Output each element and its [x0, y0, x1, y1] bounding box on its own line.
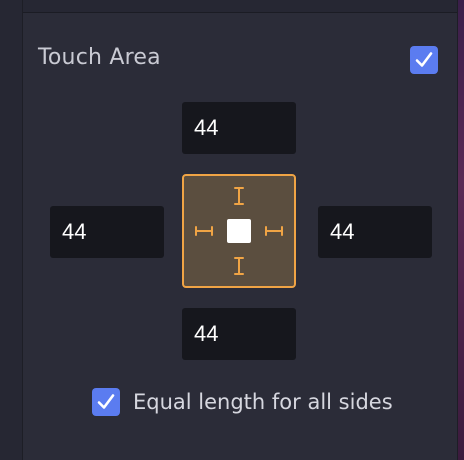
canvas-edge: [458, 0, 464, 460]
checkmark-icon: [97, 394, 115, 409]
touch-area-checkbox[interactable]: [410, 46, 438, 74]
equal-length-checkbox[interactable]: [92, 388, 120, 416]
equal-length-label[interactable]: Equal length for all sides: [133, 388, 393, 416]
panel-header-strip: [23, 0, 457, 13]
section-title: Touch Area: [38, 45, 161, 70]
padding-right-input[interactable]: 44: [318, 206, 432, 258]
padding-left-input[interactable]: 44: [50, 206, 164, 258]
touch-area-preview: [182, 174, 296, 288]
padding-bottom-input[interactable]: 44: [182, 308, 296, 360]
checkmark-icon: [415, 52, 433, 67]
touch-target-icon: [227, 219, 251, 243]
padding-top-input[interactable]: 44: [182, 102, 296, 154]
left-panel-edge: [0, 0, 23, 460]
